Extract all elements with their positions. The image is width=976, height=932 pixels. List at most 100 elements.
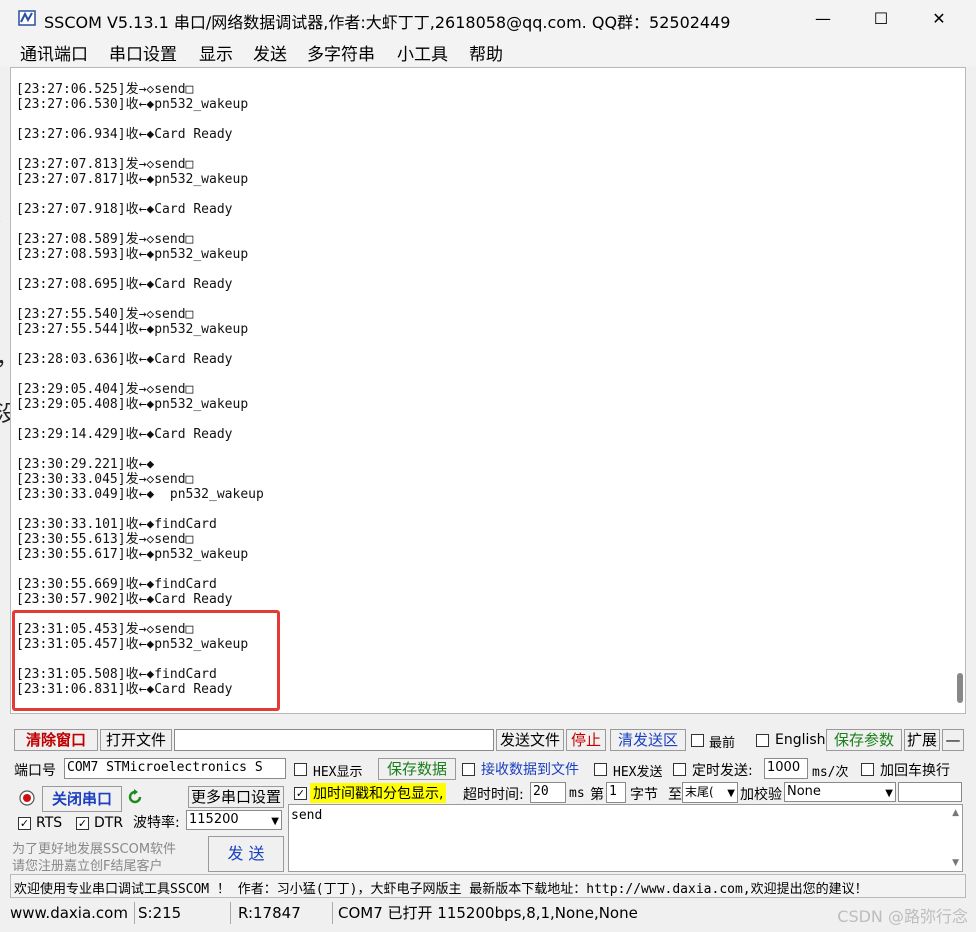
status-port-state: COM7 已打开 115200bps,8,1,None,None [338,904,638,922]
recv-to-file-checkbox[interactable] [462,763,475,776]
expand-button[interactable]: 扩展 [904,729,940,751]
log-line: [23:27:07.813]发→◇send□ [16,157,194,172]
log-line: [23:27:08.593]收←◆pn532_wakeup [16,247,249,262]
log-line: [23:27:06.530]收←◆pn532_wakeup [16,97,249,112]
log-line: [23:27:55.540]发→◇send□ [16,307,194,322]
checksum-select[interactable]: None ▼ [784,782,896,802]
clear-window-button[interactable]: 清除窗口 [14,729,98,751]
hex-display-checkbox[interactable] [294,763,307,776]
log-line: [23:30:33.045]发→◇send□ [16,472,194,487]
port-status-icon [19,790,35,806]
log-line: [23:27:07.817]收←◆pn532_wakeup [16,172,249,187]
timeout-unit: ms [569,786,585,801]
interval-input[interactable]: 1000 [764,758,808,779]
log-line: [23:27:55.544]收←◆pn532_wakeup [16,322,249,337]
maximize-button[interactable]: ☐ [852,0,910,38]
background-window-edge: t ， 没 [0,0,18,932]
banner-text: 欢迎使用专业串口调试工具SSCOM ！ 作者：习小猛(丁丁)，大虾电子网版主 最… [14,882,868,897]
menu-help[interactable]: 帮助 [469,40,503,65]
scroll-up-icon[interactable]: ▲ [952,808,959,818]
port-select-value: COM7 STMicroelectronics S [67,760,263,775]
status-bar: www.daxia.com S:215 R:17847 COM7 已打开 115… [0,900,976,926]
status-site: www.daxia.com [10,902,135,924]
send-button[interactable]: 发 送 [208,836,284,872]
topmost-checkbox[interactable] [691,734,704,747]
chevron-down-icon: ▼ [885,788,893,799]
english-checkbox[interactable] [756,734,769,747]
send-textarea[interactable]: send ▲ ▼ [288,804,963,872]
timeout-input[interactable]: 20 [530,782,566,803]
menu-display[interactable]: 显示 [199,40,233,65]
chevron-down-icon: ▼ [271,816,279,827]
log-line: [23:29:05.408]收←◆pn532_wakeup [16,397,249,412]
title-bar: SSCOM V5.13.1 串口/网络数据调试器,作者:大虾丁丁,2618058… [0,0,976,38]
hex-send-checkbox[interactable] [594,763,607,776]
timestamp-checkbox[interactable]: ✓ [294,787,307,800]
menu-send[interactable]: 发送 [253,40,287,65]
watermark: CSDN @路弥行念 [837,907,968,926]
rts-checkbox[interactable]: ✓ [18,817,31,830]
file-path-input[interactable] [174,729,494,751]
receive-scrollbar[interactable] [957,673,963,703]
status-sent: S:215 [138,902,231,924]
log-line: [23:27:08.589]发→◇send□ [16,232,194,247]
more-settings-button[interactable]: 更多串口设置 [188,786,284,808]
timeout-label: 超时时间: [463,787,524,803]
baud-select[interactable]: 115200 ▼ [186,810,282,830]
save-params-button[interactable]: 保存参数 [826,729,902,751]
log-line: [23:27:07.918]收←◆Card Ready [16,202,233,217]
to-select[interactable]: 末尾( ▼ [682,782,738,803]
log-line: [23:27:06.934]收←◆Card Ready [16,127,233,142]
port-select[interactable]: COM7 STMicroelectronics S [64,758,286,779]
timed-send-checkbox[interactable] [673,763,686,776]
checksum-extra-field[interactable] [898,782,962,802]
stop-button[interactable]: 停止 [566,729,606,751]
log-line: [23:28:03.636]收←◆Card Ready [16,352,233,367]
save-data-button[interactable]: 保存数据 [378,758,456,780]
baud-value: 115200 [189,812,239,827]
menu-tools[interactable]: 小工具 [397,40,448,65]
dtr-label: DTR [94,815,124,831]
menu-serial-settings[interactable]: 串口设置 [109,40,177,65]
highlight-box [12,610,280,711]
byte-input[interactable]: 1 [606,782,626,803]
to-label: 至 [668,787,682,803]
scroll-down-icon[interactable]: ▼ [952,858,959,868]
checksum-value: None [787,784,821,799]
dtr-checkbox[interactable]: ✓ [76,817,89,830]
refresh-icon[interactable] [126,788,144,806]
baud-label: 波特率: [133,815,180,831]
close-button[interactable]: ✕ [910,0,968,38]
promo-line-2: 请您注册嘉立创F结尾客户 [12,859,163,874]
log-line: [23:30:29.221]收←◆ [16,457,155,472]
close-port-button[interactable]: 关闭串口 [42,786,122,812]
send-file-button[interactable]: 发送文件 [496,729,564,751]
timestamp-label: 加时间戳和分包显示, [310,783,447,803]
log-line: [23:30:33.049]收←◆ pn532_wakeup [16,487,264,502]
collapse-button[interactable]: — [942,729,964,751]
english-label: English [775,732,826,748]
topmost-label: 最前 [709,736,736,751]
timed-send-label: 定时发送: [692,763,753,779]
minimize-button[interactable]: — [794,0,852,38]
menu-bar: 通讯端口 串口设置 显示 发送 多字符串 小工具 帮助 [0,38,976,66]
open-file-button[interactable]: 打开文件 [100,729,172,751]
send-text: send [291,808,323,823]
log-line: [23:29:05.404]发→◇send□ [16,382,194,397]
app-icon [18,10,36,26]
clear-send-area-button[interactable]: 清发送区 [610,729,686,751]
byte-value: 1 [609,784,617,799]
menu-comm-port[interactable]: 通讯端口 [20,40,88,65]
crlf-checkbox[interactable] [861,763,874,776]
to-value: 末尾( [685,785,714,799]
log-line: [23:30:55.669]收←◆findCard [16,577,217,592]
log-line: [23:29:14.429]收←◆Card Ready [16,427,233,442]
menu-multi-string[interactable]: 多字符串 [307,40,375,65]
